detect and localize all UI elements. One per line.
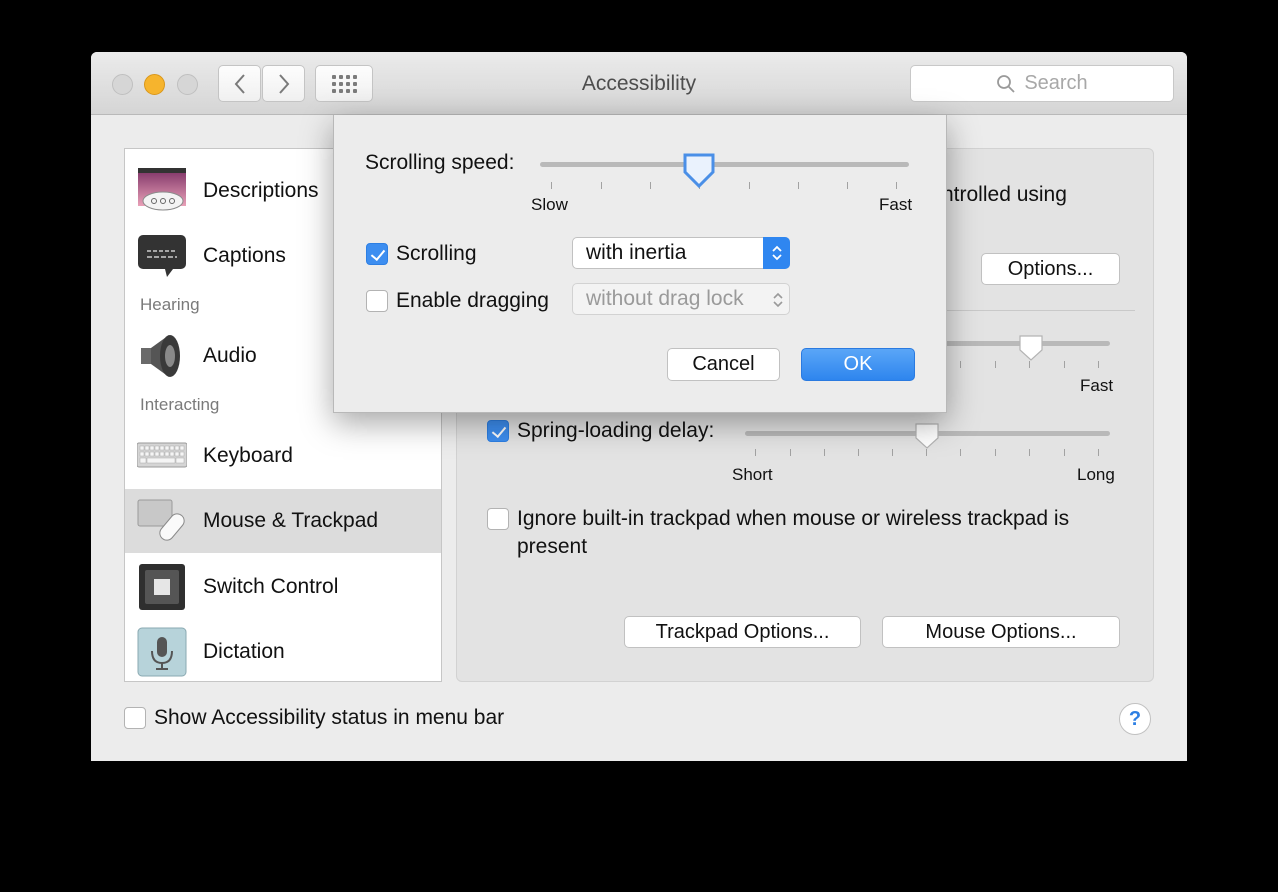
- slider-tick: [858, 449, 859, 456]
- sidebar-item-label: Dictation: [203, 640, 285, 663]
- switch-control-icon: [139, 564, 185, 610]
- slider-tick: [790, 449, 791, 456]
- spring-loading-checkbox[interactable]: [487, 420, 509, 442]
- ignore-trackpad-checkbox[interactable]: [487, 508, 509, 530]
- slider-tick: [960, 361, 961, 368]
- sidebar-item-switch-control[interactable]: Switch Control: [125, 555, 441, 619]
- spring-loading-label: Spring-loading delay:: [517, 419, 715, 442]
- scrolling-mode-popup[interactable]: with inertia: [572, 237, 790, 269]
- sidebar-item-label: Captions: [203, 244, 286, 267]
- sidebar-item-dictation[interactable]: Dictation: [125, 620, 441, 681]
- spring-loading-knob[interactable]: [913, 421, 941, 451]
- partial-description-text: ntrolled using: [942, 183, 1067, 206]
- spring-loading-short-label: Short: [732, 465, 773, 484]
- scrolling-speed-label: Scrolling speed:: [365, 151, 515, 174]
- show-status-checkbox[interactable]: [124, 707, 146, 729]
- sidebar-item-label: Audio: [203, 344, 257, 367]
- slider-tick: [755, 449, 756, 456]
- slider-tick: [824, 449, 825, 456]
- slow-label: Slow: [531, 195, 568, 214]
- descriptions-icon: [138, 168, 186, 211]
- section-divider: [947, 310, 1135, 311]
- scrolling-mode-value: with inertia: [586, 241, 687, 264]
- slider-tick: [896, 182, 897, 189]
- double-click-fast-label: Fast: [1080, 376, 1114, 395]
- slider-tick: [847, 182, 848, 189]
- slider-tick: [1064, 449, 1065, 456]
- microphone-icon: [137, 627, 187, 677]
- spring-loading-long-label: Long: [1077, 465, 1115, 484]
- scrolling-checkbox[interactable]: [366, 243, 388, 265]
- captions-icon: [138, 235, 186, 277]
- slider-tick: [1098, 361, 1099, 368]
- help-button[interactable]: ?: [1119, 703, 1151, 735]
- slider-tick: [551, 182, 552, 189]
- ignore-trackpad-label-line1: Ignore built-in trackpad when mouse or w…: [517, 507, 1070, 530]
- sidebar-item-keyboard[interactable]: Keyboard: [125, 424, 441, 488]
- scrolling-speed-track[interactable]: [540, 162, 909, 167]
- slider-tick: [995, 449, 996, 456]
- sidebar-item-label: Descriptions: [203, 179, 319, 202]
- search-placeholder: Search: [1024, 72, 1088, 94]
- enable-dragging-label: Enable dragging: [396, 289, 549, 312]
- mouse-options-button[interactable]: Mouse Options...: [882, 616, 1120, 648]
- scrolling-label: Scrolling: [396, 242, 477, 265]
- drag-lock-popup[interactable]: without drag lock: [572, 283, 790, 315]
- slider-tick: [995, 361, 996, 368]
- popup-arrows-icon: [763, 237, 790, 269]
- slider-tick: [960, 449, 961, 456]
- drag-lock-value: without drag lock: [586, 287, 744, 310]
- keyboard-icon: [137, 442, 187, 468]
- scrolling-options-sheet: Scrolling speed: Slow Fast Scrolling wit…: [333, 115, 947, 413]
- cancel-button[interactable]: Cancel: [667, 348, 780, 381]
- sidebar-item-label: Switch Control: [203, 575, 339, 598]
- ignore-trackpad-label-line2: present: [517, 535, 588, 558]
- scrolling-speed-knob[interactable]: [681, 151, 717, 191]
- fast-label: Fast: [879, 195, 913, 214]
- sidebar-section-hearing: Hearing: [140, 295, 200, 314]
- double-click-speed-knob[interactable]: [1017, 333, 1045, 363]
- enable-dragging-checkbox[interactable]: [366, 290, 388, 312]
- slider-tick: [892, 449, 893, 456]
- slider-tick: [798, 182, 799, 189]
- sidebar-section-interacting: Interacting: [140, 395, 220, 414]
- show-status-label: Show Accessibility status in menu bar: [154, 706, 505, 729]
- slider-tick: [650, 182, 651, 189]
- slider-tick: [1029, 449, 1030, 456]
- options-button[interactable]: Options...: [981, 253, 1120, 285]
- sidebar-item-label: Mouse & Trackpad: [203, 509, 379, 532]
- slider-tick: [601, 182, 602, 189]
- slider-tick: [749, 182, 750, 189]
- chevron-updown-icon: [773, 292, 783, 308]
- ok-button[interactable]: OK: [801, 348, 915, 381]
- search-field[interactable]: Search: [910, 65, 1174, 102]
- sidebar-item-label: Keyboard: [203, 444, 293, 467]
- trackpad-options-button[interactable]: Trackpad Options...: [624, 616, 861, 648]
- speaker-icon: [141, 335, 180, 377]
- mouse-trackpad-icon: [137, 499, 185, 541]
- slider-tick: [1064, 361, 1065, 368]
- title-bar: Accessibility Search: [91, 52, 1187, 115]
- search-icon: [997, 74, 1015, 93]
- sidebar-item-mouse-trackpad[interactable]: Mouse & Trackpad: [125, 489, 441, 553]
- slider-tick: [1098, 449, 1099, 456]
